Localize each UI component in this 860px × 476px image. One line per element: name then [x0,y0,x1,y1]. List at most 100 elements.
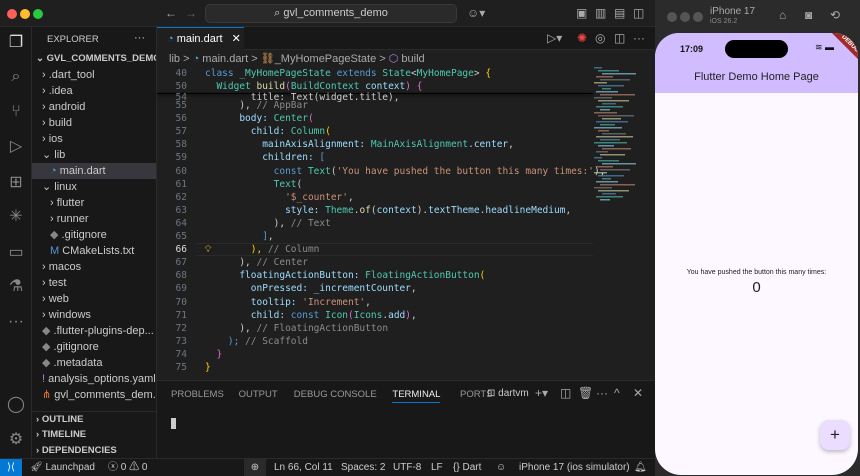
file-tree-item[interactable]: › android [32,99,156,115]
breadcrumb-file[interactable]: main.dart [202,53,248,65]
explorer-icon[interactable]: ❐ [6,33,26,53]
command-center-search[interactable]: ⌕ gvl_comments_demo [205,4,457,23]
code-editor[interactable]: 40 class _MyHomePageState extends State<M… [157,68,605,380]
launchpad-button[interactable]: 🚀︎ Launchpad [30,459,95,476]
file-tree-item[interactable]: › flutter [32,195,156,211]
accounts-icon[interactable]: ◯ [6,395,26,415]
flutter-devtools-icon[interactable]: ✺ [577,31,587,45]
manage-gear-icon[interactable]: ⚙ [6,430,26,450]
panel-tab-problems[interactable]: PROBLEMS [171,389,224,400]
code-line[interactable]: style: Theme.of(context).textTheme.headl… [205,205,571,216]
more-icon[interactable]: ··· [596,386,608,400]
toggle-panel-icon[interactable]: ▤ [614,6,625,20]
code-line[interactable]: tooltip: 'Increment', [205,297,371,308]
code-line[interactable]: } [205,349,222,360]
file-tree-item[interactable]: › windows [32,307,156,323]
code-line[interactable]: ), // FloatingActionButton [205,323,388,334]
code-line[interactable]: ), // AppBar [205,100,308,111]
copilot-status-icon[interactable]: ☺ [496,459,506,476]
toggle-sidebar-icon[interactable]: ▥ [595,6,606,20]
code-line[interactable]: ), // Text [205,218,331,229]
code-line[interactable]: const Text('You have pushed the button t… [205,166,606,177]
file-tree-item[interactable]: ◆ .metadata [32,355,156,371]
home-icon[interactable]: ⌂ [779,8,786,22]
encoding[interactable]: UTF-8 [393,459,421,476]
code-line[interactable]: ], [205,231,273,242]
minimize-window-button[interactable] [680,12,690,22]
gemini-icon[interactable]: ✳ [6,207,26,227]
source-control-icon[interactable]: ⑂ [6,102,26,122]
maximize-window-button[interactable] [693,12,703,22]
breadcrumb-class[interactable]: _MyHomePageState [275,53,377,65]
timeline-section[interactable]: › TIMELINE [32,427,156,443]
close-window-button[interactable] [667,12,677,22]
code-line[interactable]: child: Column( [205,126,331,137]
file-tree-item[interactable]: M CMakeLists.txt [32,243,156,259]
copilot-chat-icon[interactable]: ◎ [595,31,605,45]
file-tree-item[interactable]: › ios [32,131,156,147]
run-icon[interactable]: ▷▾ [547,31,562,45]
file-tree-item[interactable]: › test [32,275,156,291]
panel-tab-debug-console[interactable]: DEBUG CONSOLE [294,389,377,400]
increment-fab[interactable]: + [820,420,850,450]
zoom-icon[interactable]: ⊕ [244,459,266,476]
end-of-line[interactable]: LF [431,459,443,476]
code-line[interactable]: onPressed: _incrementCounter, [205,283,417,294]
breadcrumb-method[interactable]: build [401,53,424,65]
code-line[interactable]: '$_counter', [205,192,354,203]
maximize-window-button[interactable] [33,9,43,19]
code-line[interactable]: child: const Icon(Icons.add), [205,310,417,321]
remote-indicator[interactable]: ⟩⟨ [0,459,22,476]
code-line[interactable]: ); // Scaffold [205,336,308,347]
trash-icon[interactable]: 🗑 [578,386,593,400]
file-tree-item[interactable]: › .idea [32,83,156,99]
breadcrumb-lib[interactable]: lib [169,53,180,65]
maximize-panel-icon[interactable]: ^ [614,386,620,400]
cursor-position[interactable]: Ln 66, Col 11 [274,459,333,476]
file-tree-item[interactable]: ◆ .gitignore [32,339,156,355]
split-terminal-icon[interactable]: ◫ [560,386,571,400]
file-tree-item[interactable]: ◆ .flutter-plugins-dep... [32,323,156,339]
file-tree-item[interactable]: › macos [32,259,156,275]
outline-section[interactable]: › OUTLINE [32,411,156,427]
split-editor-icon[interactable]: ◫ [614,31,625,45]
terminal-selector[interactable]: ⊡ dartvm [487,388,529,399]
testing-icon[interactable]: ⚗ [6,277,26,297]
code-line[interactable]: body: Center( [205,113,313,124]
copilot-icon[interactable]: ☺▾ [467,6,485,20]
file-tree-item[interactable]: ◔ main.dart [32,163,156,179]
code-line[interactable]: ), // Column [205,244,320,255]
minimap[interactable] [594,67,649,207]
panel-tab-terminal[interactable]: TERMINAL [392,389,441,403]
file-tree-item[interactable]: ⌄ linux [32,179,156,195]
workspace-root[interactable]: ⌄ GVL_COMMENTS_DEMO [32,51,156,67]
code-line[interactable]: } [205,362,211,373]
file-tree-item[interactable]: › build [32,115,156,131]
layout-icon[interactable]: ▣ [576,6,587,20]
remote-explorer-icon[interactable]: ▭ [6,243,26,263]
more-actions-icon[interactable]: ··· [633,31,645,45]
code-line[interactable]: children: [ [205,152,325,163]
file-tree-item[interactable]: ! analysis_options.yaml [32,371,156,387]
new-terminal-icon[interactable]: +▾ [535,386,548,400]
code-line[interactable]: mainAxisAlignment: MainAxisAlignment.cen… [205,139,514,150]
code-line[interactable]: Widget build(BuildContext context) { [205,81,422,92]
code-line[interactable]: class _MyHomePageState extends State<MyH… [205,68,491,79]
device-selector[interactable]: iPhone 17 (ios simulator) [519,459,630,476]
code-line[interactable]: ), // Center [205,257,308,268]
more-icon[interactable]: ··· [6,312,26,332]
code-line[interactable]: floatingActionButton: FloatingActionButt… [205,270,485,281]
search-icon[interactable]: ⌕ [6,67,26,87]
back-arrow-icon[interactable]: ← [165,6,177,20]
indentation[interactable]: Spaces: 2 [341,459,385,476]
panel-tab-output[interactable]: OUTPUT [239,389,278,400]
file-tree-item[interactable]: ⌄ lib [32,147,156,163]
file-tree-item[interactable]: › runner [32,211,156,227]
file-tree-item[interactable]: ◆ .gitignore [32,227,156,243]
toggle-secondary-sidebar-icon[interactable]: ◫ [633,6,644,20]
rotate-icon[interactable]: ⟲ [830,8,840,22]
explorer-more-button[interactable]: ··· [134,32,145,44]
file-tree-item[interactable]: ⋔ gvl_comments_dem... [32,387,156,403]
close-tab-icon[interactable]: ✕ [232,33,241,45]
dependencies-section[interactable]: › DEPENDENCIES [32,443,156,459]
